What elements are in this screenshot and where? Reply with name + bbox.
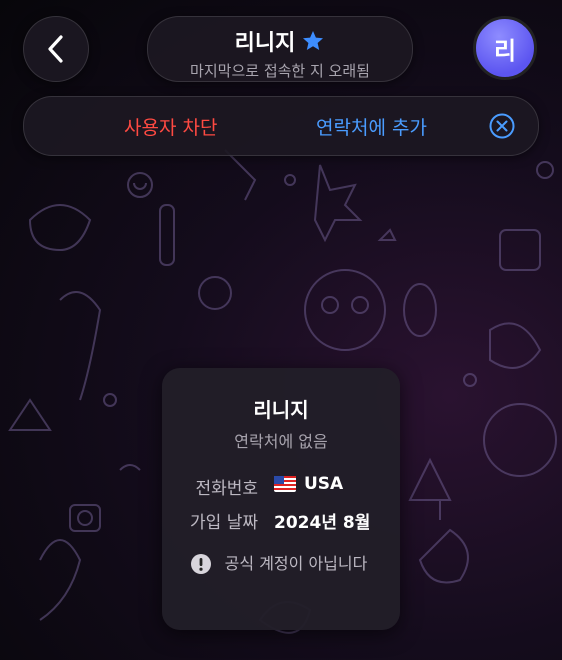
back-button[interactable] [23,16,89,82]
avatar-letter: 리 [493,36,517,65]
card-subtitle: 연락처에 없음 [234,432,328,451]
chat-title: 리니지 [234,31,296,56]
avatar[interactable]: 리 [473,16,537,80]
card-name: 리니지 [253,398,309,422]
unofficial-notice: 공식 계정이 아닙니다 [190,552,376,576]
phone-value-row: USA [274,474,343,494]
chat-title-pill[interactable]: 리니지 마지막으로 접속한 지 오래됨 [147,16,413,82]
contact-action-bar: 사용자 차단 연락처에 추가 [23,96,539,156]
star-badge-icon [303,31,324,50]
exclamation-circle-icon [191,554,211,574]
add-to-contacts-button[interactable]: 연락처에 추가 [316,113,427,140]
us-flag-icon [274,476,296,492]
phone-label: 전화번호 [195,479,258,499]
join-date-value: 2024년 8월 [274,513,371,533]
contact-info-card: 리니지 연락처에 없음 전화번호 USA 가입 날짜 2024년 8월 공식 계… [162,368,400,630]
block-user-button[interactable]: 사용자 차단 [124,113,217,140]
chevron-left-icon [48,35,63,63]
last-seen-status: 마지막으로 접속한 지 오래됨 [190,62,370,80]
unofficial-notice-text: 공식 계정이 아닙니다 [224,554,368,573]
close-circle-icon[interactable] [489,113,515,139]
join-date-label: 가입 날짜 [190,513,258,533]
phone-value: USA [304,474,344,494]
join-date-value-row: 2024년 8월 [274,508,370,533]
